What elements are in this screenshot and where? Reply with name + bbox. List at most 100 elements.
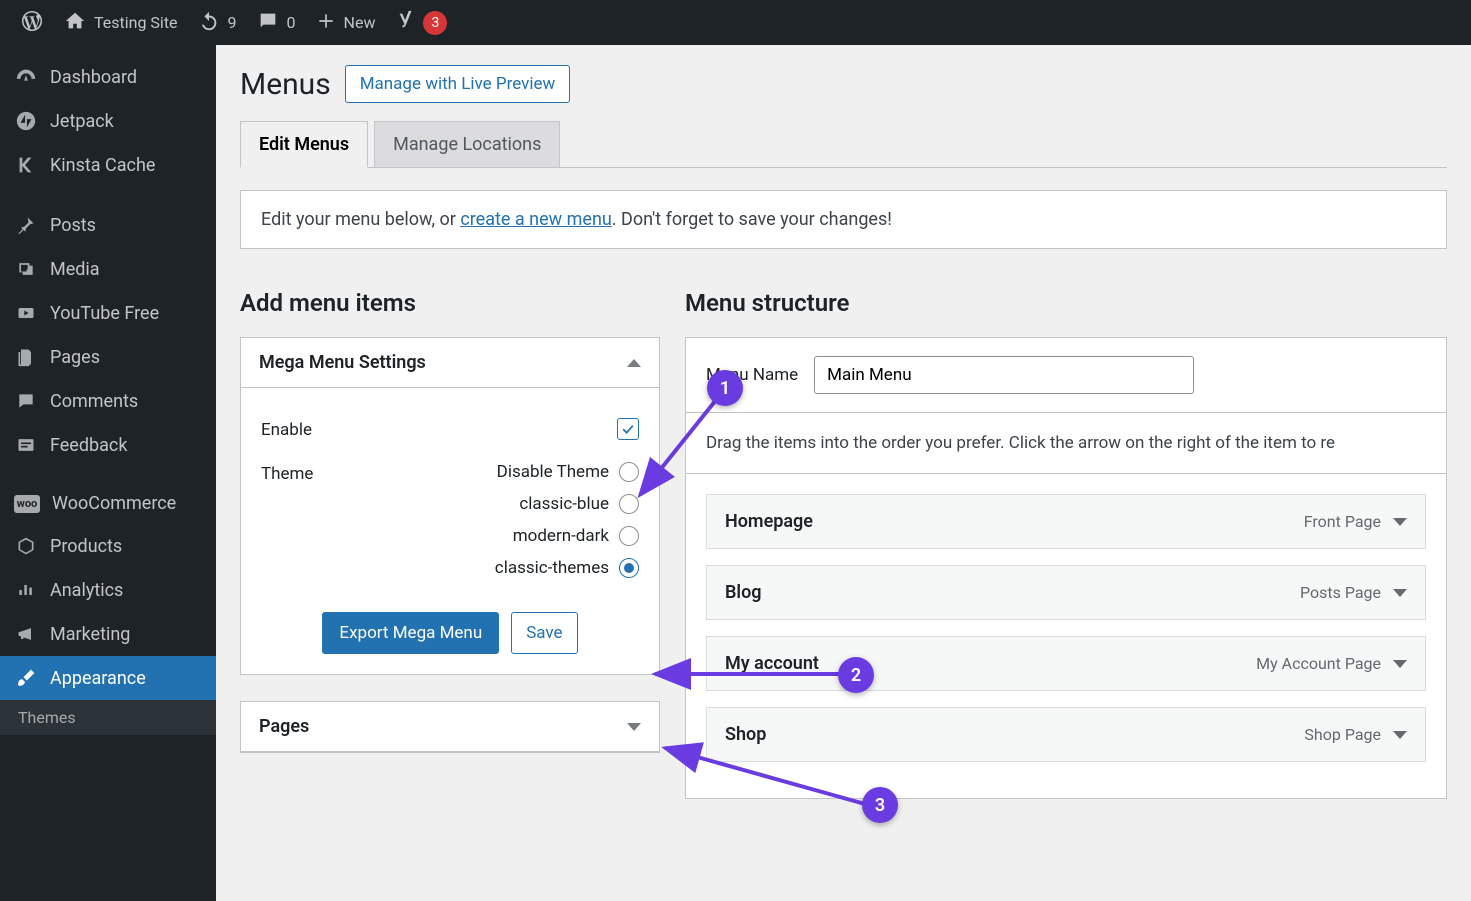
menu-name-label: Menu Name (706, 365, 798, 385)
yoast-icon (395, 10, 417, 36)
sidebar-item-media[interactable]: Media (0, 247, 216, 291)
sidebar-item-label: Feedback (50, 435, 127, 456)
new-label: New (344, 13, 376, 32)
pages-title: Pages (259, 716, 309, 737)
sidebar-item-appearance[interactable]: Appearance (0, 656, 216, 700)
menu-item-title: Blog (725, 582, 762, 603)
mega-menu-settings-box: Mega Menu Settings Enable Theme Disable … (240, 337, 660, 675)
add-items-heading: Add menu items (240, 289, 660, 317)
theme-radio[interactable] (619, 462, 639, 482)
theme-radio-label: classic-themes (495, 558, 609, 578)
woo-icon: woo (14, 495, 40, 513)
theme-label: Theme (261, 462, 381, 484)
enable-checkbox[interactable] (617, 418, 639, 440)
sidebar-item-youtube[interactable]: YouTube Free (0, 291, 216, 335)
menu-item-type: Shop Page (1304, 725, 1407, 744)
theme-radio-row[interactable]: Disable Theme (381, 462, 639, 482)
menu-item[interactable]: BlogPosts Page (706, 565, 1426, 620)
gauge-icon (14, 65, 38, 89)
sidebar-item-feedback[interactable]: Feedback (0, 423, 216, 467)
menu-name-row: Menu Name (685, 337, 1447, 413)
sidebar-item-jetpack[interactable]: Jetpack (0, 99, 216, 143)
sidebar-subitem-themes[interactable]: Themes (0, 700, 216, 735)
yoast-link[interactable]: 3 (385, 0, 457, 45)
sidebar-item-dashboard[interactable]: Dashboard (0, 55, 216, 99)
theme-radio-label: modern-dark (513, 526, 609, 546)
sidebar-item-kinsta[interactable]: Kinsta Cache (0, 143, 216, 187)
nav-tabs: Edit Menus Manage Locations (240, 121, 1447, 168)
box-icon (14, 534, 38, 558)
expand-icon (627, 723, 641, 731)
sidebar-item-label: Kinsta Cache (50, 155, 155, 176)
theme-radio-row[interactable]: classic-blue (381, 494, 639, 514)
refresh-icon (198, 10, 220, 36)
plus-icon (316, 11, 336, 35)
sidebar-item-posts[interactable]: Posts (0, 203, 216, 247)
megaphone-icon (14, 622, 38, 646)
theme-radio-row[interactable]: modern-dark (381, 526, 639, 546)
comment-icon (257, 10, 279, 36)
updates-count: 9 (228, 13, 237, 32)
sidebar-item-marketing[interactable]: Marketing (0, 612, 216, 656)
menu-item-type: My Account Page (1256, 654, 1407, 673)
sidebar-item-analytics[interactable]: Analytics (0, 568, 216, 612)
admin-sidebar: Dashboard Jetpack Kinsta Cache Posts Med… (0, 45, 216, 901)
kinsta-icon (14, 153, 38, 177)
sidebar-item-label: Media (50, 259, 100, 280)
sidebar-item-pages[interactable]: Pages (0, 335, 216, 379)
sidebar-item-products[interactable]: Products (0, 524, 216, 568)
play-icon (14, 301, 38, 325)
sidebar-item-woocommerce[interactable]: wooWooCommerce (0, 483, 216, 524)
sidebar-item-label: Marketing (50, 624, 130, 645)
theme-radio-row[interactable]: classic-themes (381, 558, 639, 578)
tab-manage-locations[interactable]: Manage Locations (374, 121, 560, 167)
notice-post: . Don't forget to save your changes! (612, 209, 892, 230)
sidebar-item-label: Comments (50, 391, 138, 412)
new-content-link[interactable]: New (306, 0, 386, 45)
menu-item[interactable]: ShopShop Page (706, 707, 1426, 762)
pages-box: Pages (240, 701, 660, 753)
theme-radio[interactable] (619, 558, 639, 578)
media-icon (14, 257, 38, 281)
chevron-down-icon[interactable] (1393, 589, 1407, 597)
chevron-down-icon[interactable] (1393, 660, 1407, 668)
yoast-badge: 3 (423, 11, 447, 35)
site-name: Testing Site (94, 13, 178, 32)
content-area: Menus Manage with Live Preview Edit Menu… (216, 45, 1471, 901)
updates-link[interactable]: 9 (188, 0, 247, 45)
enable-label: Enable (261, 418, 381, 440)
create-menu-link[interactable]: create a new menu (460, 209, 612, 230)
bars-icon (14, 578, 38, 602)
menu-item[interactable]: My accountMy Account Page (706, 636, 1426, 691)
wp-logo-menu[interactable] (10, 0, 54, 45)
menu-item[interactable]: HomepageFront Page (706, 494, 1426, 549)
chevron-down-icon[interactable] (1393, 731, 1407, 739)
notice-pre: Edit your menu below, or (261, 209, 460, 230)
theme-radio-label: Disable Theme (497, 462, 609, 482)
drag-help-text: Drag the items into the order you prefer… (685, 413, 1447, 474)
sidebar-item-label: Dashboard (50, 67, 137, 88)
mega-menu-header[interactable]: Mega Menu Settings (241, 338, 659, 388)
pages-header[interactable]: Pages (241, 702, 659, 752)
brush-icon (14, 666, 38, 690)
menu-name-input[interactable] (814, 356, 1194, 394)
mega-menu-title: Mega Menu Settings (259, 352, 426, 373)
wordpress-icon (20, 9, 44, 37)
info-notice: Edit your menu below, or create a new me… (240, 190, 1447, 249)
pages-icon (14, 345, 38, 369)
export-button[interactable]: Export Mega Menu (322, 612, 499, 654)
theme-radio-label: classic-blue (519, 494, 609, 514)
sidebar-item-comments[interactable]: Comments (0, 379, 216, 423)
theme-radio[interactable] (619, 526, 639, 546)
save-button[interactable]: Save (511, 612, 577, 654)
live-preview-button[interactable]: Manage with Live Preview (345, 65, 571, 103)
chevron-down-icon[interactable] (1393, 518, 1407, 526)
jetpack-icon (14, 109, 38, 133)
theme-radio[interactable] (619, 494, 639, 514)
site-link[interactable]: Testing Site (54, 0, 188, 45)
pin-icon (14, 213, 38, 237)
home-icon (64, 10, 86, 36)
tab-edit-menus[interactable]: Edit Menus (240, 121, 368, 168)
comments-link[interactable]: 0 (247, 0, 306, 45)
menu-item-title: Homepage (725, 511, 813, 532)
